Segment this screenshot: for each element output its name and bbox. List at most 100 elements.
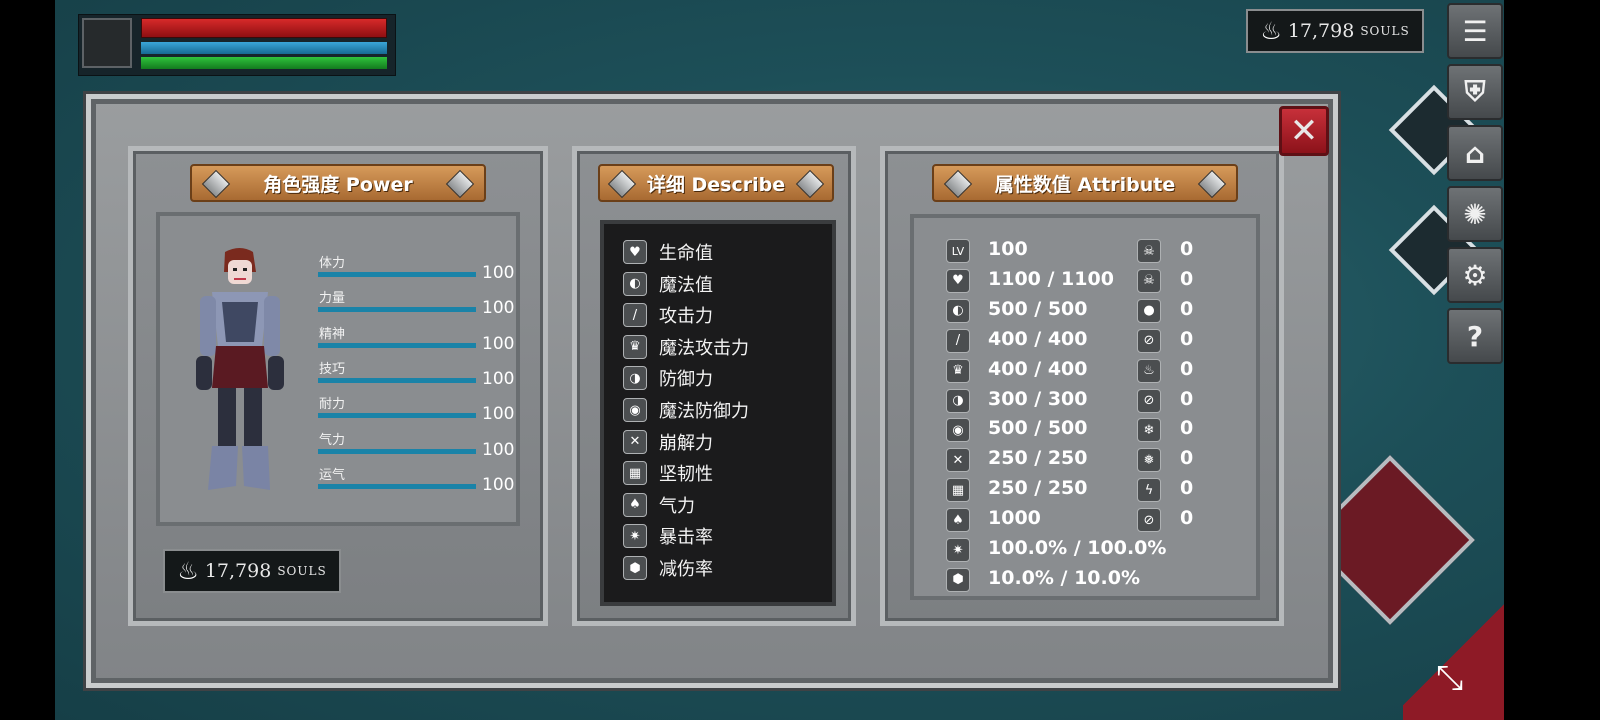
stat-bar (318, 448, 476, 454)
resize-corner-icon[interactable]: ⤡ (1436, 652, 1476, 704)
attribute-value-4: 400 / 400 (988, 357, 1088, 380)
menu-list-button[interactable]: ☰ (1447, 3, 1503, 59)
break-icon: ✕ (946, 448, 970, 473)
stat-value-5: 100 (482, 439, 515, 460)
lungs-icon: ♠ (623, 492, 647, 517)
attribute-value-0: 100 (988, 238, 1028, 260)
mana-bar (141, 42, 387, 54)
frost-resist-icon: ❅ (1137, 448, 1161, 473)
attribute-value-8: 250 / 250 (988, 477, 1088, 500)
stat-bar-fill (318, 483, 476, 489)
stat-label-5: 气力 (319, 432, 346, 448)
frost-icon: ❄ (1137, 418, 1161, 443)
emblem-icon: ✺ (1463, 197, 1487, 231)
resist-value-5: 0 (1180, 387, 1194, 410)
menu-list-icon: ☰ (1462, 14, 1488, 48)
attribute-value-9: 1000 (988, 507, 1041, 530)
damage-reduction-icon: ⬢ (946, 567, 970, 592)
souls-counter-panel: ♨ 17,798 SOULS (163, 549, 341, 593)
flame-icon: ♨ (1260, 17, 1282, 45)
close-button[interactable]: ✕ (1279, 106, 1329, 156)
close-icon: ✕ (1289, 111, 1319, 151)
stat-bar-fill (318, 377, 476, 383)
critical-icon: ✷ (946, 538, 970, 562)
stat-bar-fill (318, 413, 476, 419)
describe-item-8[interactable]: 气力 (659, 492, 695, 518)
resist-value-0: 0 (1180, 238, 1194, 260)
power-title: 角色强度 Power (263, 173, 413, 196)
lightning-resist-icon: ⊘ (1137, 508, 1161, 533)
attribute-value-3: 400 / 400 (988, 327, 1088, 350)
resist-value-3: 0 (1180, 327, 1194, 350)
describe-item-3[interactable]: 魔法攻击力 (659, 334, 749, 360)
attribute-value-6: 500 / 500 (988, 417, 1088, 440)
magic-shield-icon: ◉ (946, 418, 970, 443)
stat-bar (318, 307, 476, 313)
souls-counter-top: ♨ 17,798 SOULS (1246, 9, 1424, 53)
left-letterbox (0, 0, 55, 720)
poison-skull-icon: ☠ (1137, 239, 1161, 263)
gear-button[interactable]: ⚙ (1447, 247, 1503, 303)
stud-icon (607, 169, 637, 199)
stat-bar-fill (318, 448, 476, 454)
heart-icon: ♥ (623, 240, 647, 264)
stat-value-6: 100 (482, 474, 515, 495)
sword-icon: / (946, 328, 970, 353)
help-button[interactable]: ? (1447, 308, 1503, 364)
health-bar (141, 18, 387, 38)
resist-value-2: 0 (1180, 297, 1194, 320)
emblem-button[interactable]: ✺ (1447, 186, 1503, 242)
toxic-skull-icon: ☠ (1137, 268, 1161, 293)
stat-bar (318, 272, 476, 277)
level-icon: LV (946, 239, 970, 263)
describe-item-10[interactable]: 减伤率 (659, 555, 713, 581)
damage-reduction-icon: ⬢ (623, 556, 647, 580)
stat-bar (318, 342, 476, 348)
toughness-icon: ▦ (946, 478, 970, 503)
stud-icon (445, 169, 475, 199)
player-portrait[interactable] (82, 18, 132, 68)
flame-icon: ♨ (177, 557, 199, 585)
gear-icon: ⚙ (1462, 258, 1488, 292)
help-icon: ? (1466, 319, 1484, 353)
attribute-value-11: 10.0% / 10.0% (988, 566, 1140, 589)
attribute-value-10: 100.0% / 100.0% (988, 537, 1167, 559)
stat-label-6: 运气 (319, 467, 346, 483)
armor-button[interactable]: ⛨ (1447, 64, 1503, 120)
describe-item-5[interactable]: 魔法防御力 (659, 397, 749, 423)
mana-head-icon: ◐ (623, 271, 647, 296)
describe-item-1[interactable]: 魔法值 (659, 271, 713, 297)
critical-icon: ✷ (623, 524, 647, 549)
describe-item-2[interactable]: 攻击力 (659, 302, 713, 328)
describe-item-7[interactable]: 坚韧性 (659, 460, 713, 486)
fire-resist-icon: ⊘ (1137, 388, 1161, 413)
describe-item-9[interactable]: 暴击率 (659, 523, 713, 549)
stat-bar (318, 413, 476, 419)
armor-icon: ⛨ (1464, 75, 1486, 108)
attribute-value-5: 300 / 300 (988, 387, 1088, 410)
mana-head-icon: ◐ (946, 298, 970, 323)
lightning-icon: ϟ (1137, 478, 1161, 503)
resist-value-8: 0 (1180, 477, 1194, 500)
resist-value-1: 0 (1180, 267, 1194, 290)
stat-value-3: 100 (482, 368, 515, 389)
stud-icon (795, 169, 825, 199)
player-status-hud (78, 14, 396, 76)
stat-value-1: 100 (482, 298, 515, 319)
describe-header: 详细 Describe (598, 164, 834, 202)
describe-item-4[interactable]: 防御力 (659, 365, 713, 391)
helmet-button[interactable]: ⌂ (1447, 125, 1503, 181)
stud-icon (201, 169, 231, 199)
game-screen: ⤡ ♨ 17,798 SOULS ☰ ⛨ ⌂ ✺ ⚙? 角色强度 Power 体… (0, 0, 1600, 720)
resist-value-6: 0 (1180, 417, 1194, 440)
describe-item-0[interactable]: 生命值 (659, 239, 713, 265)
stat-bar-fill (318, 307, 476, 313)
power-header: 角色强度 Power (190, 164, 486, 202)
stat-label-0: 体力 (319, 256, 346, 271)
toughness-icon: ▦ (623, 461, 647, 486)
resist-value-4: 0 (1180, 357, 1194, 380)
stat-label-4: 耐力 (319, 397, 346, 413)
describe-item-6[interactable]: 崩解力 (659, 429, 713, 455)
right-letterbox (1504, 0, 1600, 720)
stat-label-1: 力量 (319, 291, 346, 307)
